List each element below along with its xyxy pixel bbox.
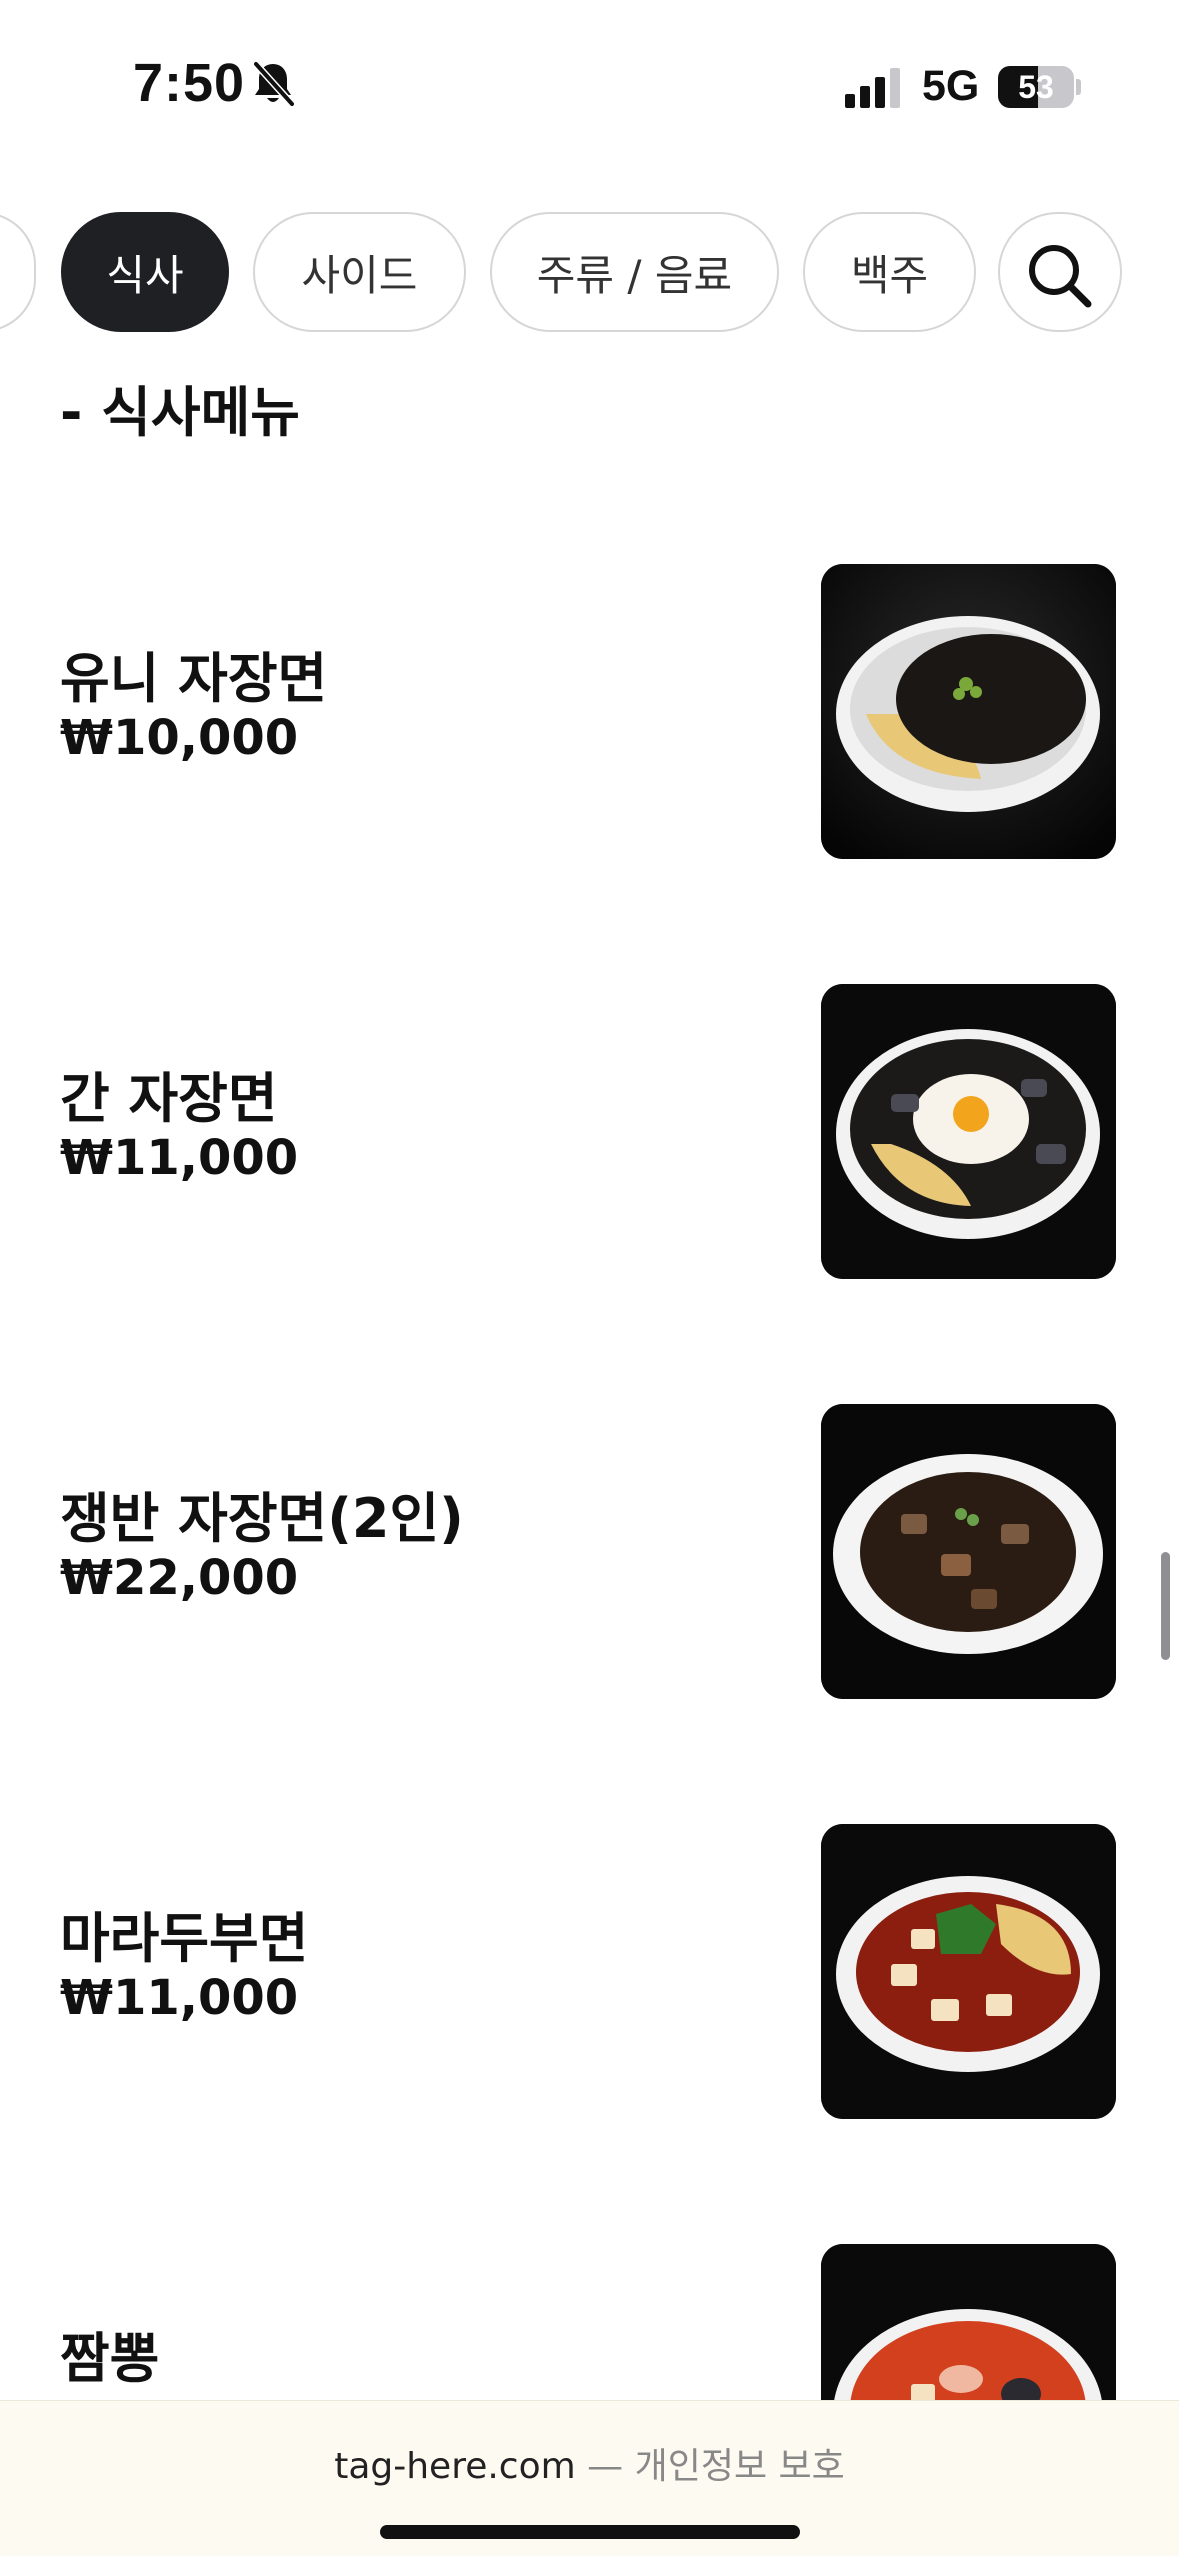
category-tab-prev[interactable]	[0, 212, 36, 332]
footer-separator: —	[575, 2446, 635, 2487]
menu-item[interactable]: 마라두부면 ₩11,000	[0, 1824, 1179, 2120]
menu-item-photo	[821, 984, 1116, 1279]
menu-item[interactable]: 쟁반 자장면(2인) ₩22,000	[0, 1404, 1179, 1700]
search-icon	[1029, 245, 1092, 308]
site-link[interactable]: tag-here.com	[334, 2446, 575, 2487]
menu-item-price: ₩22,000	[60, 1550, 299, 1606]
menu-item-photo	[821, 1404, 1116, 1699]
menu-item-name: 유니 자장면	[60, 647, 328, 710]
menu-item-price: ₩11,000	[60, 1970, 299, 2026]
scroll-fade	[1119, 212, 1179, 334]
category-tab-meal[interactable]: 식사	[61, 212, 229, 332]
menu-item-name: 쟁반 자장면(2인)	[60, 1487, 464, 1550]
battery-indicator: 53	[998, 66, 1081, 108]
menu-item-name: 마라두부면	[60, 1907, 309, 1970]
category-tab-drinks[interactable]: 주류 / 음료	[490, 212, 779, 332]
scroll-indicator[interactable]	[1161, 1552, 1170, 1660]
status-bar: 7:50 5G 53	[0, 0, 1179, 175]
menu-item-name: 짬뽕	[60, 2327, 160, 2390]
footer-bar: tag-here.com — 개인정보 보호	[0, 2400, 1179, 2556]
menu-item-price: ₩10,000	[60, 710, 299, 766]
menu-item[interactable]: 유니 자장면 ₩10,000	[0, 564, 1179, 860]
bell-slash-icon	[253, 61, 295, 107]
home-indicator	[380, 2525, 800, 2539]
category-tab-baijiu[interactable]: 백주	[803, 212, 976, 332]
battery-level: 53	[1018, 69, 1054, 105]
menu-item-photo	[821, 564, 1116, 859]
search-button[interactable]	[998, 212, 1122, 332]
cellular-signal-icon	[845, 68, 900, 108]
menu-item-name: 간 자장면	[60, 1067, 278, 1130]
menu-item-photo	[821, 1824, 1116, 2119]
category-tab-side[interactable]: 사이드	[253, 212, 466, 332]
network-type: 5G	[922, 62, 980, 110]
menu-page: 7:50 5G 53 식사 사이드 주류 / 음료 백주 - 식사메뉴 유니 자…	[0, 0, 1179, 2556]
privacy-link[interactable]: 개인정보 보호	[635, 2446, 845, 2487]
menu-item[interactable]: 간 자장면 ₩11,000	[0, 984, 1179, 1280]
category-tabs: 식사 사이드 주류 / 음료 백주	[0, 212, 1179, 334]
section-title: - 식사메뉴	[60, 381, 300, 444]
status-time: 7:50	[133, 53, 246, 113]
footer-text: tag-here.com — 개인정보 보호	[0, 2437, 1179, 2489]
menu-item-price: ₩11,000	[60, 1130, 299, 1186]
